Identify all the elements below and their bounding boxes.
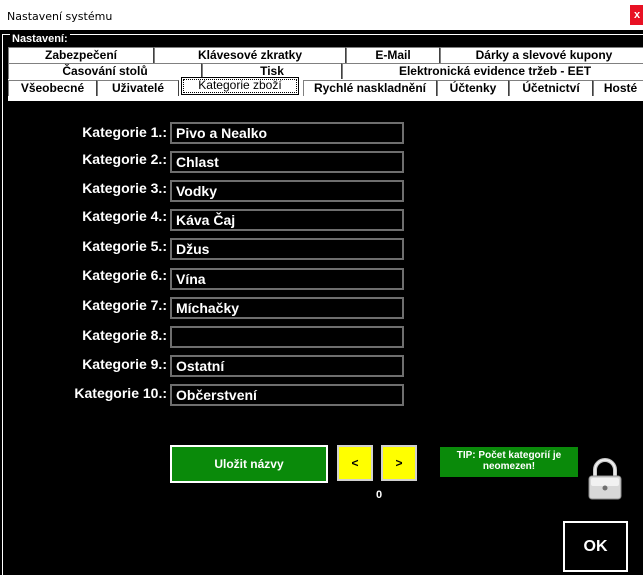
category-input-7[interactable]: Míchačky bbox=[170, 297, 404, 319]
tab-email[interactable]: E-Mail bbox=[346, 47, 440, 63]
category-label-6: Kategorie 6.: bbox=[82, 267, 167, 283]
tab-strip: Zabezpečení Klávesové zkratky E-Mail Dár… bbox=[8, 47, 643, 101]
category-label-1: Kategorie 1.: bbox=[82, 124, 167, 140]
category-input-6[interactable]: Vína bbox=[170, 268, 404, 290]
category-label-3: Kategorie 3.: bbox=[82, 180, 167, 196]
tab-ucetnictvi[interactable]: Účetnictví bbox=[509, 80, 593, 96]
tab-zabezpeceni[interactable]: Zabezpečení bbox=[8, 47, 154, 63]
tab-darky-kupony[interactable]: Dárky a slevové kupony bbox=[440, 47, 643, 63]
category-input-8[interactable] bbox=[170, 326, 404, 348]
title-bar: Nastavení systému x bbox=[0, 0, 643, 30]
category-input-3[interactable]: Vodky bbox=[170, 180, 404, 202]
tab-vseobecne[interactable]: Všeobecné bbox=[8, 80, 97, 96]
save-names-button[interactable]: Uložit názvy bbox=[170, 445, 328, 483]
tab-hoste[interactable]: Hosté bbox=[593, 80, 643, 96]
category-label-7: Kategorie 7.: bbox=[82, 297, 167, 313]
close-button[interactable]: x bbox=[630, 5, 643, 25]
prev-page-button[interactable]: < bbox=[337, 445, 373, 481]
tab-uzivatele[interactable]: Uživatelé bbox=[97, 80, 179, 96]
tab-rychle-naskladneni[interactable]: Rychlé naskladnění bbox=[303, 80, 437, 96]
tip-box: TIP: Počet kategorií je neomezen! bbox=[440, 447, 578, 477]
next-page-button[interactable]: > bbox=[381, 445, 417, 481]
category-input-4[interactable]: Káva Čaj bbox=[170, 209, 404, 231]
tab-casovani-stolu[interactable]: Časování stolů bbox=[8, 63, 202, 79]
main-area: Nastavení: Zabezpečení Klávesové zkratky… bbox=[0, 30, 643, 576]
ok-button[interactable]: OK bbox=[563, 521, 628, 572]
category-input-10[interactable]: Občerstvení bbox=[170, 384, 404, 406]
category-panel: Kategorie 1.: Pivo a Nealko Kategorie 2.… bbox=[8, 103, 643, 575]
window-title: Nastavení systému bbox=[7, 10, 113, 23]
category-input-1[interactable]: Pivo a Nealko bbox=[170, 122, 404, 144]
category-input-5[interactable]: Džus bbox=[170, 238, 404, 260]
page-counter: 0 bbox=[376, 489, 383, 501]
category-label-5: Kategorie 5.: bbox=[82, 238, 167, 254]
category-label-2: Kategorie 2.: bbox=[82, 151, 167, 167]
category-label-4: Kategorie 4.: bbox=[82, 208, 167, 224]
category-label-10: Kategorie 10.: bbox=[74, 385, 167, 401]
category-label-9: Kategorie 9.: bbox=[82, 356, 167, 372]
tab-klavesove-zkratky[interactable]: Klávesové zkratky bbox=[154, 47, 346, 63]
frame-label: Nastavení: bbox=[10, 33, 70, 45]
tab-eet[interactable]: Elektronická evidence tržeb - EET bbox=[342, 63, 643, 79]
tab-uctenky[interactable]: Účtenky bbox=[437, 80, 509, 96]
padlock-icon[interactable] bbox=[585, 458, 625, 500]
tab-kategorie-zbozi[interactable]: Kategorie zboží bbox=[181, 77, 299, 95]
category-label-8: Kategorie 8.: bbox=[82, 327, 167, 343]
category-input-9[interactable]: Ostatní bbox=[170, 355, 404, 377]
category-input-2[interactable]: Chlast bbox=[170, 151, 404, 173]
